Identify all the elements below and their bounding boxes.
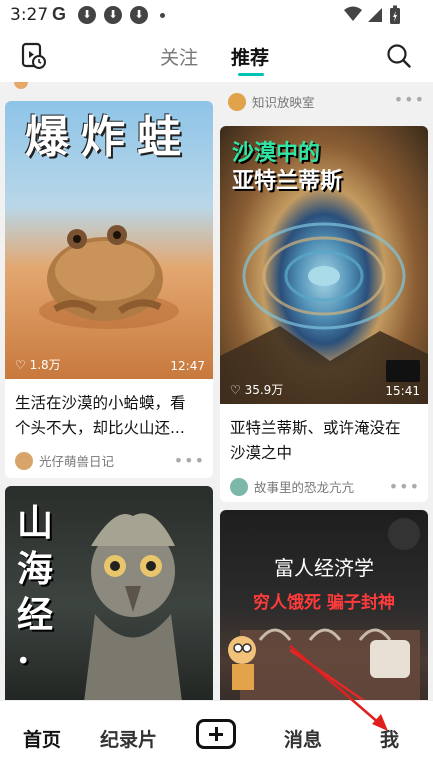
- top-bar: 关注 推荐: [0, 30, 433, 82]
- video-caption: 生活在沙漠的小蛤蟆，看 个头不大，却比火山还...: [15, 394, 186, 437]
- avatar: [230, 477, 248, 496]
- video-thumbnail[interactable]: 山海经·: [5, 486, 213, 700]
- battery-icon: [390, 5, 400, 24]
- more-options-icon[interactable]: •••: [174, 451, 205, 470]
- avatar: [228, 92, 246, 111]
- video-card[interactable]: 山海经·: [5, 486, 213, 700]
- status-bar: 3:27 G ⬇ ⬇ ⬇: [0, 0, 433, 30]
- video-thumbnail[interactable]: 爆炸蛙 ♡ 1.8万 12:47: [5, 101, 213, 379]
- author-name: 知识放映室: [252, 95, 315, 110]
- download-icon: ⬇: [130, 6, 148, 24]
- tab-recommend[interactable]: 推荐: [231, 43, 269, 70]
- thumbnail-title: 山海经·: [17, 502, 54, 682]
- download-icon: ⬇: [78, 6, 96, 24]
- video-caption: 亚特兰蒂斯、或许淹没在 沙漠之中: [230, 419, 401, 462]
- download-icon: ⬇: [104, 6, 122, 24]
- avatar: [15, 451, 33, 470]
- more-options-icon[interactable]: •••: [394, 90, 425, 109]
- card-author[interactable]: 光仔萌兽日记: [15, 451, 114, 470]
- signal-icon: [368, 8, 382, 22]
- video-thumbnail[interactable]: 沙漠中的 亚特兰蒂斯 ♡ 35.9万 15:41: [220, 126, 428, 404]
- create-post-button[interactable]: [196, 719, 236, 749]
- like-count: ♡ 35.9万: [230, 383, 284, 397]
- annotation-arrow: [289, 645, 388, 731]
- video-feed: 知识放映室 ••• 爆炸蛙 ♡ 1.8万 12:47 生活在沙漠的小蛤蟆，看 个…: [0, 82, 433, 700]
- tab-follow[interactable]: 关注: [160, 43, 198, 70]
- active-tab-indicator: [238, 73, 264, 76]
- nav-home[interactable]: 首页: [23, 725, 61, 752]
- like-count: ♡ 1.8万: [15, 358, 61, 372]
- card-author[interactable]: 故事里的恐龙亢亢: [230, 477, 354, 496]
- partial-author-row: [14, 82, 134, 89]
- more-options-icon[interactable]: •••: [389, 477, 420, 496]
- thumbnail-title: 爆炸蛙: [25, 112, 193, 163]
- channel-watermark: [386, 360, 420, 382]
- video-duration: 12:47: [170, 359, 205, 373]
- video-card[interactable]: 爆炸蛙 ♡ 1.8万 12:47 生活在沙漠的小蛤蟆，看 个头不大，却比火山还.…: [5, 101, 213, 478]
- watch-history-icon[interactable]: [21, 42, 47, 70]
- video-duration: 15:41: [385, 384, 420, 398]
- video-card[interactable]: 沙漠中的 亚特兰蒂斯 ♡ 35.9万 15:41 亚特兰蒂斯、或许淹没在 沙漠之…: [220, 126, 428, 502]
- status-time: 3:27: [10, 5, 49, 25]
- search-icon[interactable]: [386, 43, 412, 69]
- card-author-row[interactable]: 知识放映室 •••: [220, 82, 433, 122]
- wifi-icon: [344, 6, 362, 21]
- thumbnail-title: 沙漠中的 亚特兰蒂斯: [232, 141, 343, 194]
- google-icon: G: [52, 4, 67, 24]
- nav-documentary[interactable]: 纪录片: [100, 725, 157, 752]
- notification-dot-icon: [160, 13, 165, 18]
